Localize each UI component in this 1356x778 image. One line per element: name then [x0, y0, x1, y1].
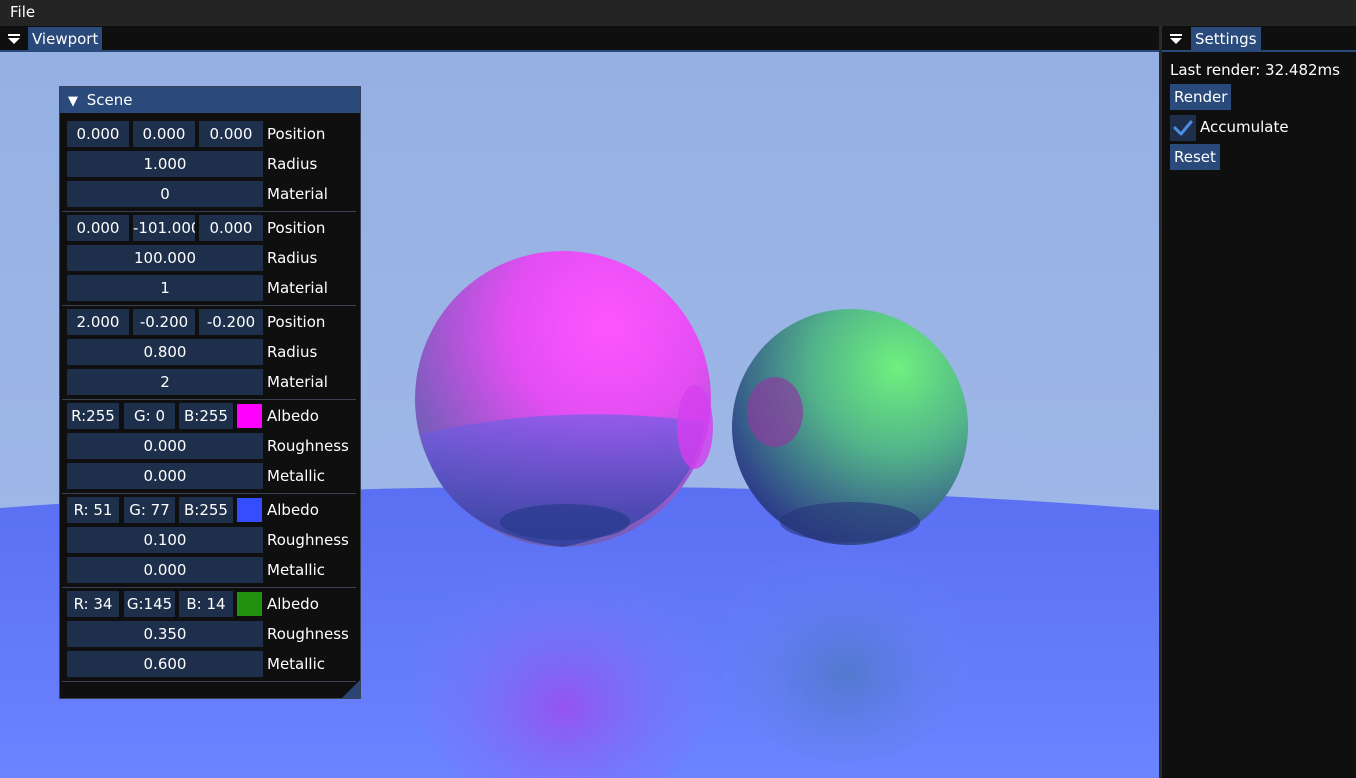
- material-0-albedo-r[interactable]: R:255: [67, 403, 119, 429]
- accumulate-checkbox[interactable]: [1170, 115, 1196, 141]
- roughness-label: Roughness: [267, 437, 349, 455]
- resize-grip[interactable]: [342, 680, 360, 698]
- window-menu-icon[interactable]: [1170, 34, 1182, 44]
- material-2-color-swatch[interactable]: [237, 592, 262, 616]
- sphere-1-radius[interactable]: 100.000: [67, 245, 263, 271]
- albedo-label: Albedo: [267, 501, 319, 519]
- sphere-1-position-x[interactable]: 0.000: [67, 215, 129, 241]
- material-1-color-swatch[interactable]: [237, 498, 262, 522]
- scene-window: ▼ Scene 0.000 0.000 0.000 Position 1.000…: [59, 86, 361, 699]
- material-0-roughness-row: 0.000 Roughness: [67, 433, 357, 459]
- position-label: Position: [267, 219, 326, 237]
- scene-title: Scene: [86, 91, 133, 109]
- sphere-0-radius[interactable]: 1.000: [67, 151, 263, 177]
- sphere-2-material[interactable]: 2: [67, 369, 263, 395]
- sphere-2-position-y[interactable]: -0.200: [133, 309, 195, 335]
- settings-panel: Settings Last render: 32.482ms Render Ac…: [1162, 26, 1356, 778]
- settings-tabbar: Settings: [1162, 26, 1356, 52]
- sphere-1-material[interactable]: 1: [67, 275, 263, 301]
- material-2-albedo-r[interactable]: R: 34: [67, 591, 119, 617]
- tab-settings[interactable]: Settings: [1191, 27, 1261, 51]
- sphere-0-position-z[interactable]: 0.000: [199, 121, 263, 147]
- render-button[interactable]: Render: [1170, 84, 1232, 110]
- material-2-albedo-row: R: 34 G:145 B: 14 Albedo: [67, 591, 357, 617]
- material-2-roughness-row: 0.350 Roughness: [67, 621, 357, 647]
- material-0-albedo-row: R:255 G: 0 B:255 Albedo: [67, 403, 357, 429]
- albedo-label: Albedo: [267, 407, 319, 425]
- material-2-albedo-b[interactable]: B: 14: [179, 591, 233, 617]
- roughness-label: Roughness: [267, 531, 349, 549]
- material-1-roughness-row: 0.100 Roughness: [67, 527, 357, 553]
- separator: [62, 587, 356, 588]
- material-1-roughness[interactable]: 0.100: [67, 527, 263, 553]
- material-label: Material: [267, 185, 328, 203]
- sphere-2-radius-row: 0.800 Radius: [67, 339, 357, 365]
- sphere-2-position-z[interactable]: -0.200: [199, 309, 263, 335]
- sphere-2-position-row: 2.000 -0.200 -0.200 Position: [67, 309, 357, 335]
- viewport-tabbar: Viewport: [0, 26, 1159, 52]
- material-0-metallic[interactable]: 0.000: [67, 463, 263, 489]
- sphere-0-material[interactable]: 0: [67, 181, 263, 207]
- metallic-label: Metallic: [267, 467, 325, 485]
- material-2-metallic[interactable]: 0.600: [67, 651, 263, 677]
- sphere-2-position-x[interactable]: 2.000: [67, 309, 129, 335]
- sphere-2-radius[interactable]: 0.800: [67, 339, 263, 365]
- material-1-albedo-row: R: 51 G: 77 B:255 Albedo: [67, 497, 357, 523]
- sphere-0-position-row: 0.000 0.000 0.000 Position: [67, 121, 357, 147]
- roughness-label: Roughness: [267, 625, 349, 643]
- menu-bar: File: [0, 0, 1356, 26]
- sphere-0-position-y[interactable]: 0.000: [133, 121, 195, 147]
- sphere-1-position-z[interactable]: 0.000: [199, 215, 263, 241]
- material-2-albedo-g[interactable]: G:145: [124, 591, 175, 617]
- material-0-albedo-g[interactable]: G: 0: [124, 403, 175, 429]
- material-label: Material: [267, 373, 328, 391]
- material-1-albedo-b[interactable]: B:255: [179, 497, 233, 523]
- tab-underline: [1162, 50, 1356, 52]
- sphere-0-radius-row: 1.000 Radius: [67, 151, 357, 177]
- albedo-label: Albedo: [267, 595, 319, 613]
- accumulate-label: Accumulate: [1200, 118, 1289, 136]
- metallic-label: Metallic: [267, 561, 325, 579]
- sphere-0-material-row: 0 Material: [67, 181, 357, 207]
- checkmark-icon: [1173, 120, 1193, 136]
- material-1-metallic-row: 0.000 Metallic: [67, 557, 357, 583]
- sphere-1-position-y[interactable]: -101.000: [133, 215, 195, 241]
- collapse-triangle-icon[interactable]: ▼: [68, 94, 78, 109]
- render-viewport[interactable]: ▼ Scene 0.000 0.000 0.000 Position 1.000…: [0, 52, 1159, 778]
- tab-viewport[interactable]: Viewport: [28, 27, 103, 51]
- sphere-1-material-row: 1 Material: [67, 275, 357, 301]
- radius-label: Radius: [267, 343, 318, 361]
- material-0-albedo-b[interactable]: B:255: [179, 403, 233, 429]
- viewport-panel: Viewport ▼ Scene 0.000 0.000 0.000 Posit…: [0, 26, 1159, 778]
- material-0-color-swatch[interactable]: [237, 404, 262, 428]
- position-label: Position: [267, 313, 326, 331]
- material-1-albedo-g[interactable]: G: 77: [124, 497, 175, 523]
- separator: [62, 305, 356, 306]
- sphere-1-radius-row: 100.000 Radius: [67, 245, 357, 271]
- material-2-roughness[interactable]: 0.350: [67, 621, 263, 647]
- material-1-albedo-r[interactable]: R: 51: [67, 497, 119, 523]
- material-2-metallic-row: 0.600 Metallic: [67, 651, 357, 677]
- position-label: Position: [267, 125, 326, 143]
- material-label: Material: [267, 279, 328, 297]
- separator: [62, 399, 356, 400]
- separator: [62, 681, 356, 682]
- separator: [62, 493, 356, 494]
- reset-button[interactable]: Reset: [1170, 144, 1220, 170]
- radius-label: Radius: [267, 155, 318, 173]
- file-menu[interactable]: File: [10, 3, 35, 21]
- window-menu-icon[interactable]: [8, 34, 20, 44]
- metallic-label: Metallic: [267, 655, 325, 673]
- sphere-2-material-row: 2 Material: [67, 369, 357, 395]
- material-0-roughness[interactable]: 0.000: [67, 433, 263, 459]
- sphere-1-position-row: 0.000 -101.000 0.000 Position: [67, 215, 357, 241]
- radius-label: Radius: [267, 249, 318, 267]
- separator: [62, 211, 356, 212]
- sphere-0-position-x[interactable]: 0.000: [67, 121, 129, 147]
- last-render-text: Last render: 32.482ms: [1170, 61, 1340, 79]
- scene-header[interactable]: ▼ Scene: [60, 87, 360, 113]
- material-1-metallic[interactable]: 0.000: [67, 557, 263, 583]
- material-0-metallic-row: 0.000 Metallic: [67, 463, 357, 489]
